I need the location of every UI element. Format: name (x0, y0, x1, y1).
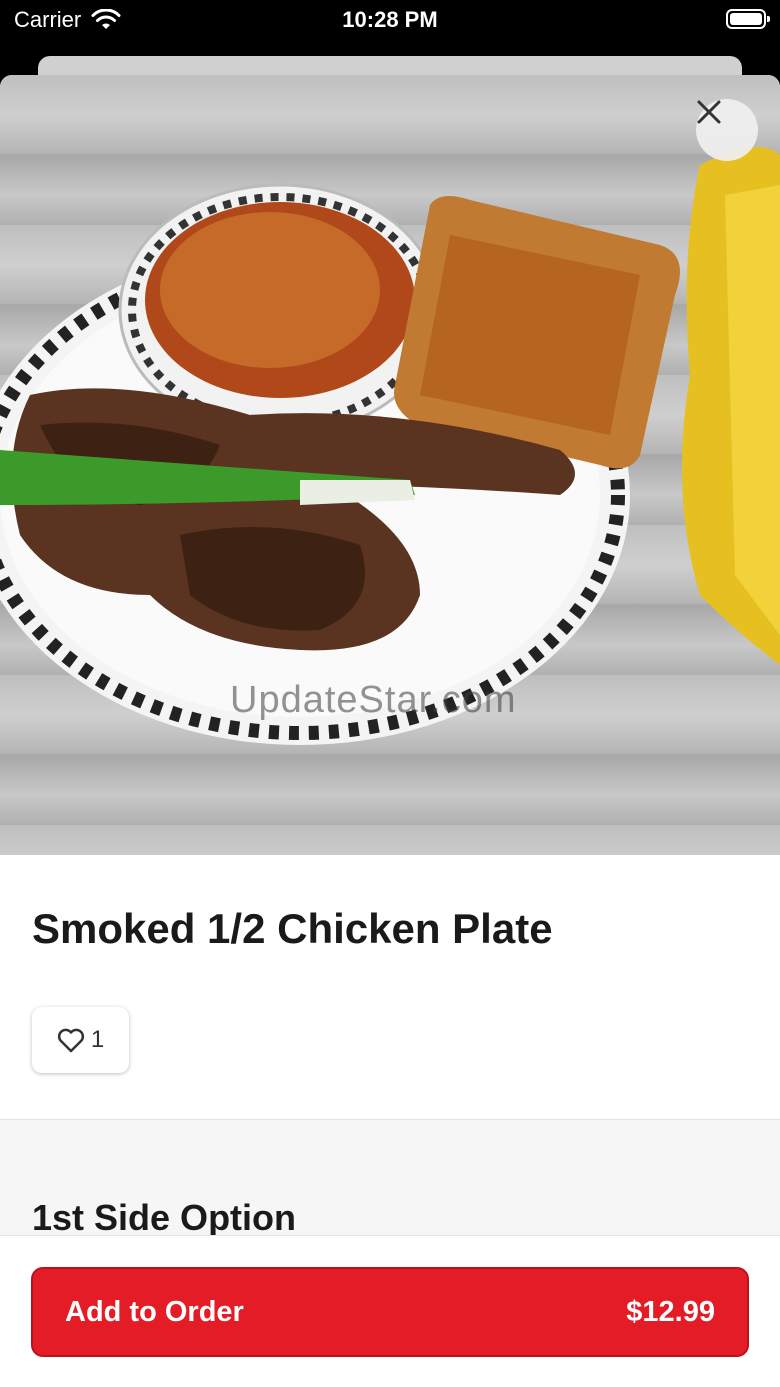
corn-illustration (682, 147, 780, 665)
close-button[interactable] (696, 99, 758, 161)
item-photo: UpdateStar.com (0, 75, 780, 855)
add-to-order-button[interactable]: Add to Order $12.99 (31, 1267, 749, 1357)
like-button[interactable]: 1 (32, 1007, 129, 1073)
watermark-text: UpdateStar.com (230, 679, 517, 721)
close-icon (697, 100, 721, 124)
like-count: 1 (90, 1026, 105, 1053)
item-title: Smoked 1/2 Chicken Plate (32, 905, 553, 952)
heart-icon (57, 1028, 84, 1053)
add-to-order-label: Add to Order (65, 1295, 244, 1328)
food-illustration (0, 147, 780, 745)
bottom-action-bar: Add to Order $12.99 (0, 1235, 780, 1387)
item-detail-sheet: UpdateStar.com Smoked 1/2 Chicken Plate … (0, 75, 780, 1387)
price-label: $12.99 (626, 1295, 715, 1328)
status-bar: Carrier 10:28 PM (0, 0, 780, 44)
battery-icon (726, 9, 770, 29)
clock: 10:28 PM (342, 7, 438, 32)
side-option-section-title: 1st Side Option (32, 1197, 297, 1238)
